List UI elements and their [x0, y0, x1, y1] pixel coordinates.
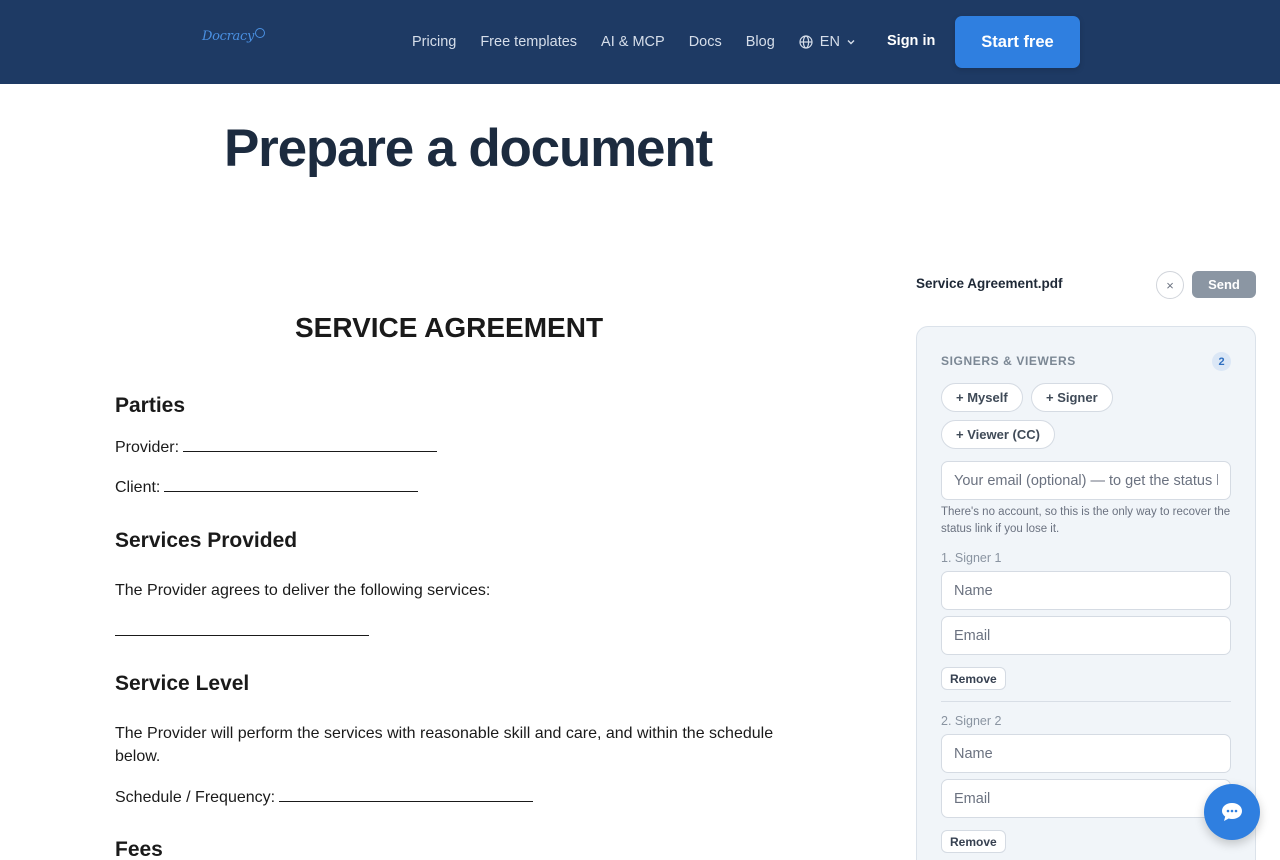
provider-blank	[183, 438, 438, 452]
signer-1-name-input[interactable]	[941, 571, 1231, 610]
nav-link-pricing[interactable]: Pricing	[412, 34, 456, 50]
chevron-down-icon	[847, 40, 855, 45]
section-heading-fees: Fees	[115, 838, 163, 860]
signer-divider	[941, 701, 1231, 702]
document-title: SERVICE AGREEMENT	[295, 312, 604, 343]
add-viewer-button[interactable]: + Viewer (CC)	[941, 420, 1055, 449]
sign-in-link[interactable]: Sign in	[887, 33, 935, 49]
start-free-button[interactable]: Start free	[955, 16, 1080, 68]
logo[interactable]: Docracy	[202, 27, 266, 44]
schedule-blank	[279, 788, 534, 802]
services-blank-line	[115, 622, 369, 641]
language-label: EN	[819, 34, 840, 50]
provider-line: Provider:	[115, 438, 438, 457]
send-button[interactable]: Send	[1192, 271, 1256, 298]
signer-1-remove-button[interactable]: Remove	[941, 667, 1006, 690]
page-title: Prepare a document	[224, 119, 713, 178]
signer-2-label: 2. Signer 2	[941, 714, 1002, 728]
services-text: The Provider agrees to deliver the follo…	[115, 582, 491, 599]
section-heading-service-level: Service Level	[115, 672, 250, 695]
schedule-line: Schedule / Frequency:	[115, 788, 534, 807]
close-file-button[interactable]: ×	[1156, 271, 1184, 299]
signer-1-email-input[interactable]	[941, 616, 1231, 655]
section-heading-services: Services Provided	[115, 529, 298, 552]
chat-bubble-icon	[1222, 803, 1242, 821]
services-blank	[115, 622, 369, 636]
provider-label: Provider:	[115, 439, 180, 456]
signers-count-badge: 2	[1212, 352, 1231, 371]
client-line: Client:	[115, 478, 419, 497]
client-blank	[164, 478, 419, 492]
nav-link-docs[interactable]: Docs	[689, 34, 722, 50]
nav-link-ai-mcp[interactable]: AI & MCP	[601, 34, 665, 50]
signers-heading: SIGNERS & VIEWERS	[941, 354, 1076, 368]
top-nav: Docracy Pricing Free templates AI & MCP …	[0, 0, 1280, 84]
globe-icon	[799, 35, 813, 49]
section-heading-parties: Parties	[115, 394, 186, 417]
nav-link-blog[interactable]: Blog	[746, 34, 775, 50]
signer-2-email-input[interactable]	[941, 779, 1231, 818]
add-myself-button[interactable]: + Myself	[941, 383, 1023, 412]
chat-widget-button[interactable]	[1204, 784, 1260, 840]
nav-links: Pricing Free templates AI & MCP Docs Blo…	[412, 0, 887, 84]
owner-email-input[interactable]	[941, 461, 1231, 500]
service-level-text: The Provider will perform the services w…	[115, 725, 774, 765]
language-selector[interactable]: EN	[799, 34, 863, 50]
schedule-label: Schedule / Frequency:	[115, 789, 276, 806]
add-signer-button[interactable]: + Signer	[1031, 383, 1113, 412]
signers-panel: SIGNERS & VIEWERS 2 + Myself + Signer + …	[916, 326, 1256, 860]
file-name: Service Agreement.pdf	[916, 276, 1063, 291]
close-icon: ×	[1166, 277, 1174, 293]
nav-link-free-templates[interactable]: Free templates	[480, 34, 577, 50]
signer-2-name-input[interactable]	[941, 734, 1231, 773]
signer-2-remove-button[interactable]: Remove	[941, 830, 1006, 853]
client-label: Client:	[115, 479, 161, 496]
logo-mark-icon	[255, 27, 266, 38]
signer-1-label: 1. Signer 1	[941, 551, 1002, 565]
logo-text: Docracy	[202, 29, 255, 44]
email-hint: There's no account, so this is the only …	[941, 506, 1231, 535]
